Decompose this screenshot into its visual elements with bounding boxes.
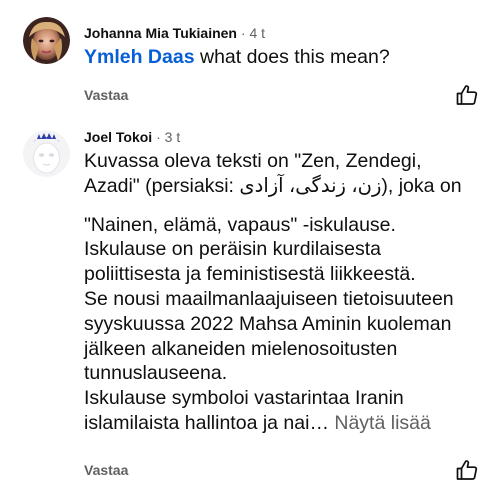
comment-line: Iskulause symboloi vastarintaa Iranin xyxy=(84,387,404,410)
author-name[interactable]: Joel Tokoi xyxy=(84,129,152,145)
author-name[interactable]: Johanna Mia Tukiainen xyxy=(84,25,237,41)
truncated-text: islamilaista hallintoa ja nai… xyxy=(84,411,329,434)
comment-line: tunnuslauseena. xyxy=(84,362,228,385)
show-more-link[interactable]: Näytä lisää xyxy=(334,412,430,434)
comment-header: Joel Tokoi · 3 t xyxy=(84,129,180,145)
thumb-up-icon[interactable] xyxy=(455,458,479,482)
separator: · xyxy=(156,129,161,145)
comment-line: poliittisesta ja feministisestä liikkees… xyxy=(84,263,416,286)
comment-age: 4 t xyxy=(249,25,266,41)
avatar[interactable] xyxy=(23,17,70,64)
comment-header: Johanna Mia Tukiainen · 4 t xyxy=(84,25,265,41)
comment-line: Kuvassa oleva teksti on "Zen, Zendegi, xyxy=(84,150,422,172)
reply-button[interactable]: Vastaa xyxy=(84,462,128,478)
avatar[interactable] xyxy=(23,130,70,177)
comment-line: jälkeen alkaneiden mielenosoitusten xyxy=(84,337,398,360)
reply-button[interactable]: Vastaa xyxy=(84,87,128,103)
comment-text: what does this mean? xyxy=(199,46,390,68)
comment-line: "Nainen, elämä, vapaus" -iskulause. xyxy=(84,213,396,236)
comment-body: Ymleh Daas what does this mean? xyxy=(84,45,479,70)
comment-line: Iskulause on peräisin kurdilaisesta xyxy=(84,238,381,261)
comment-line: syyskuussa 2022 Mahsa Aminin kuoleman xyxy=(84,312,452,335)
comment-body: Kuvassa oleva teksti on "Zen, Zendegi, A… xyxy=(84,149,479,436)
mention-link[interactable]: Ymleh Daas xyxy=(84,46,195,68)
comment-line: Se nousi maailmanlaajuiseen tietoisuutee… xyxy=(84,287,454,310)
thumb-up-icon[interactable] xyxy=(455,83,479,107)
comment-line: islamilaista hallintoa ja nai… Näytä lis… xyxy=(84,411,479,436)
comment-line: Azadi" (persiaksi: زن، زندگی، آزادی), jo… xyxy=(84,174,462,197)
comment-age: 3 t xyxy=(164,129,181,145)
separator: · xyxy=(240,25,246,41)
